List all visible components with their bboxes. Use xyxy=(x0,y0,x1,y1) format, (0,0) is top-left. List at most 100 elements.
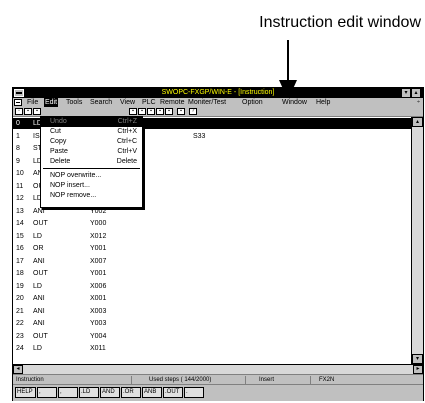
status-divider xyxy=(310,376,311,384)
fkey-out[interactable]: .OUT xyxy=(163,387,183,398)
scroll-up-button[interactable]: ▴ xyxy=(412,117,423,127)
menu-item-delete[interactable]: Delete Delete xyxy=(41,157,142,167)
fkey-2[interactable]: , xyxy=(37,387,57,398)
open-file-icon[interactable]: ▪ xyxy=(24,108,32,115)
scroll-down-button[interactable]: ▾ xyxy=(412,354,423,364)
table-row[interactable]: 18 OUT Y001 xyxy=(13,268,411,279)
fkey-and[interactable]: AND xyxy=(100,387,120,398)
table-row[interactable]: 23 OUT Y004 xyxy=(13,331,411,342)
scroll-right-button[interactable]: ▸ xyxy=(413,365,423,374)
menu-item-shortcut: Ctrl+C xyxy=(116,138,137,145)
callout-label: Instruction edit window xyxy=(259,14,421,31)
menu-file[interactable]: File xyxy=(26,98,39,107)
table-row[interactable]: 15 LD X012 xyxy=(13,231,411,242)
menu-item-label: NOP remove... xyxy=(50,192,97,199)
vertical-scrollbar[interactable]: ▴ ▾ xyxy=(411,117,423,364)
ladder-view-icon[interactable]: ▪ xyxy=(129,108,137,115)
line-number: 14 xyxy=(16,220,24,227)
operand: Y001 xyxy=(90,270,107,277)
instruction: ANI xyxy=(33,320,45,327)
chevron-down-icon: ▾ xyxy=(404,90,408,96)
line-number: 13 xyxy=(16,207,24,215)
fkey-anb[interactable]: ANB xyxy=(142,387,162,398)
sfc-view-icon[interactable]: ▪ xyxy=(147,108,155,115)
table-row[interactable]: 21 ANI X003 xyxy=(13,306,411,317)
instruction: ANI xyxy=(33,295,45,302)
comment-view-icon[interactable]: ▪ xyxy=(156,108,164,115)
minimize-button[interactable]: ▾ xyxy=(402,89,410,97)
menu-view[interactable]: View xyxy=(119,98,136,107)
menu-remote[interactable]: Remote xyxy=(159,98,186,107)
horizontal-scrollbar[interactable]: ◂ ▸ xyxy=(13,364,423,374)
line-number: 24 xyxy=(16,345,24,352)
menu-item-label: Cut xyxy=(50,128,61,135)
fkey-ld[interactable]: .LD xyxy=(79,387,99,398)
document-control-menu[interactable] xyxy=(14,99,22,106)
instruction: ANI xyxy=(33,257,45,265)
instruction: OR xyxy=(33,245,44,252)
instruction: LD xyxy=(33,232,42,240)
new-file-icon[interactable]: ▫ xyxy=(15,108,23,115)
instruction: IS xyxy=(33,132,40,140)
menu-search[interactable]: Search xyxy=(89,98,113,107)
menu-item-cut[interactable]: Cut Ctrl+X xyxy=(41,127,142,137)
operand: X006 xyxy=(90,282,107,290)
table-row[interactable]: 20 ANI X001 xyxy=(13,293,411,304)
menu-window[interactable]: Window xyxy=(281,98,308,107)
line-number: 9 xyxy=(16,157,20,165)
fkey-help[interactable]: HELP xyxy=(15,387,36,398)
operand: Y004 xyxy=(90,332,107,340)
menu-item-undo[interactable]: Undo Ctrl+Z xyxy=(41,117,142,127)
operand: X001 xyxy=(90,295,107,302)
menu-moniter-test[interactable]: Moniter/Test xyxy=(187,98,227,107)
status-divider xyxy=(131,376,132,384)
maximize-button[interactable]: ▴ xyxy=(412,89,420,97)
line-number: 18 xyxy=(16,270,24,277)
edit-menu-dropdown: Undo Ctrl+Z Cut Ctrl+X Copy Ctrl+C Paste Ctrl+V… xyxy=(40,116,143,208)
menu-plc[interactable]: PLC xyxy=(141,98,157,107)
menu-item-nop-insert[interactable]: NOP insert... xyxy=(41,181,142,191)
table-row[interactable]: 19 LD X006 xyxy=(13,281,411,292)
table-row[interactable]: 14 OUT Y000 xyxy=(13,218,411,229)
instruction: ANI xyxy=(33,307,45,315)
line-number: 21 xyxy=(16,307,24,315)
line-number: 11 xyxy=(16,182,24,190)
table-row[interactable]: 17 ANI X007 xyxy=(13,256,411,267)
menu-edit[interactable]: Edit xyxy=(44,98,59,107)
operand-2: S33 xyxy=(193,132,206,140)
fkey-3[interactable]: , xyxy=(58,387,78,398)
line-number: 15 xyxy=(16,232,24,240)
fkey-or[interactable]: .OR xyxy=(121,387,141,398)
table-row[interactable]: 22 ANI Y003 xyxy=(13,318,411,329)
table-row[interactable]: 24 LD X011 xyxy=(13,343,411,354)
menu-item-copy[interactable]: Copy Ctrl+C xyxy=(41,137,142,147)
operand: X012 xyxy=(90,232,107,240)
help-icon[interactable]: ? xyxy=(189,108,197,115)
list-view-icon[interactable]: ▪ xyxy=(138,108,146,115)
menu-item-label: NOP overwrite... xyxy=(50,172,102,179)
scroll-left-button[interactable]: ◂ xyxy=(13,365,23,374)
table-row[interactable]: 16 OR Y001 xyxy=(13,243,411,254)
menu-item-paste[interactable]: Paste Ctrl+V xyxy=(41,147,142,157)
line-number: 19 xyxy=(16,282,24,290)
window-title: SWOPC-FXGP/WIN-E - [Instruction] xyxy=(161,89,275,96)
instruction: LD xyxy=(33,282,42,290)
restore-button[interactable]: ÷ xyxy=(415,99,422,106)
menu-help[interactable]: Help xyxy=(315,98,331,107)
menu-item-nop-remove[interactable]: NOP remove... xyxy=(41,191,142,201)
status-divider xyxy=(245,376,246,384)
menu-tools[interactable]: Tools xyxy=(65,98,83,107)
zoom-icon[interactable]: ▪ xyxy=(177,108,185,115)
operand: X003 xyxy=(90,307,107,315)
save-icon[interactable]: ▪ xyxy=(33,108,41,115)
operand: X011 xyxy=(90,345,106,352)
menu-item-label: Copy xyxy=(50,138,67,145)
menu-item-nop-overwrite[interactable]: NOP overwrite... xyxy=(41,171,142,181)
monitor-icon[interactable]: ▪ xyxy=(165,108,173,115)
instruction: LD xyxy=(33,345,42,352)
line-number: 8 xyxy=(16,145,20,152)
menu-option[interactable]: Option xyxy=(241,98,264,107)
fkey-9[interactable]: . xyxy=(184,387,204,398)
line-number: 12 xyxy=(16,195,24,202)
line-number: 1 xyxy=(16,132,20,140)
